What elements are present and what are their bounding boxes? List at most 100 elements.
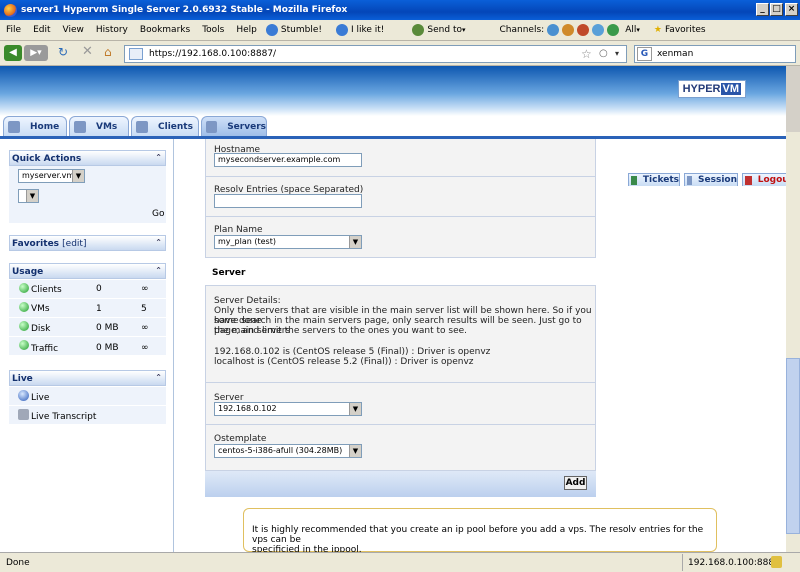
tab-logout[interactable]: Logout — [742, 173, 786, 186]
plan-select[interactable]: my_plan (test) ▼ — [214, 235, 362, 249]
hypervm-banner: HYPER VM — [0, 66, 786, 116]
stop-icon[interactable]: ✕ — [82, 44, 93, 59]
url-dropdown-icon[interactable]: ○ — [599, 46, 608, 62]
quick-actions-panel: Quick Actions ⌃ myserver.vm ▼ ▼ Go — [9, 150, 166, 223]
live-item[interactable]: Live — [9, 387, 166, 406]
ostemplate-row: Ostemplate centos-5-i386-afull (304.28MB… — [205, 425, 596, 471]
server-section-title: Server — [212, 268, 246, 278]
favorites-button[interactable]: ★ Favorites — [651, 25, 709, 35]
logout-icon — [745, 175, 752, 185]
usage-row-traffic: Traffic 0 MB ∞ — [9, 337, 166, 356]
channel-4-icon[interactable] — [592, 24, 605, 36]
channel-3-icon[interactable] — [577, 24, 590, 36]
live-panel-header: Live ⌃ — [9, 370, 166, 386]
resolv-input[interactable] — [214, 194, 362, 208]
bookmark-star-icon[interactable]: ☆ — [581, 46, 592, 62]
chevron-down-icon: ▼ — [349, 445, 361, 457]
menu-bookmarks[interactable]: Bookmarks — [134, 25, 196, 35]
status-dot-icon — [19, 302, 29, 312]
tabs-row: Home VMs Clients Servers Tickets Session… — [0, 116, 786, 186]
reload-icon[interactable]: ↻ — [58, 45, 68, 59]
menu-tools[interactable]: Tools — [196, 25, 230, 35]
collapse-icon[interactable]: ⌃ — [155, 266, 162, 275]
quick-action-select[interactable]: myserver.vm ▼ — [18, 169, 85, 183]
menu-view[interactable]: View — [57, 25, 90, 35]
tab-clients[interactable]: Clients — [131, 116, 199, 136]
site-icon — [129, 48, 143, 60]
status-host: 192.168.0.100:8887 — [688, 558, 780, 568]
status-bar: Done 192.168.0.100:8887 — [0, 552, 800, 572]
server-row: Server 192.168.0.102 ▼ — [205, 383, 596, 425]
menu-help[interactable]: Help — [230, 25, 263, 35]
go-link[interactable]: Go — [152, 209, 164, 219]
quick-actions-header[interactable]: Quick Actions ⌃ — [9, 150, 166, 166]
favorites-header[interactable]: Favorites [edit] ⌃ — [9, 235, 166, 251]
tickets-icon — [631, 175, 637, 185]
forward-icon[interactable]: ▶▾ — [24, 45, 48, 61]
tab-home[interactable]: Home — [3, 116, 67, 136]
add-button[interactable]: Add — [564, 476, 587, 490]
chevron-down-icon: ▼ — [349, 403, 361, 415]
live-header[interactable]: Live ⌃ — [9, 370, 166, 386]
chevron-down-icon: ▼ — [72, 170, 84, 182]
chevron-down-icon: ▼ — [26, 190, 38, 202]
menubar: File Edit View History Bookmarks Tools H… — [0, 20, 800, 41]
globe-icon — [18, 390, 29, 401]
home-tab-icon — [8, 120, 20, 133]
channels-label: Channels: — [499, 25, 545, 35]
hostname-row: Hostname mysecondserver.example.com — [205, 139, 596, 177]
collapse-icon[interactable]: ⌃ — [155, 238, 162, 247]
live-transcript-item[interactable]: Live Transcript — [9, 406, 166, 425]
tab-tickets[interactable]: Tickets — [628, 173, 680, 186]
channel-5-icon[interactable] — [607, 24, 620, 36]
users-icon — [18, 409, 29, 420]
url-history-icon[interactable]: ▾ — [615, 46, 619, 62]
star-icon: ★ — [653, 25, 662, 35]
quick-action-subselect[interactable]: ▼ — [18, 189, 39, 203]
stumble-button[interactable]: Stumble! — [263, 24, 325, 36]
tab-session[interactable]: Session — [684, 173, 738, 186]
status-divider — [682, 554, 683, 571]
close-button[interactable]: × — [785, 3, 798, 16]
vms-tab-icon — [74, 120, 86, 133]
chevron-down-icon: ▼ — [349, 236, 361, 248]
window-title: server1 Hypervm Single Server 2.0.6932 S… — [21, 5, 348, 15]
usage-row-disk: Disk 0 MB ∞ — [9, 318, 166, 337]
hostname-input[interactable]: mysecondserver.example.com — [214, 153, 362, 167]
back-icon[interactable]: ◀ — [4, 45, 22, 61]
resolv-row: Resolv Entries (space Separated) — [205, 177, 596, 217]
send-to-button[interactable]: Send to ▾ — [409, 24, 468, 36]
google-icon[interactable]: G — [637, 47, 652, 61]
home-icon[interactable]: ⌂ — [104, 45, 112, 59]
usage-header[interactable]: Usage ⌃ — [9, 263, 166, 279]
tab-vms[interactable]: VMs — [69, 116, 129, 136]
url-bar[interactable]: https://192.168.0.100:8887/ ☆ ○ ▾ — [124, 45, 627, 63]
lock-icon[interactable] — [771, 556, 782, 568]
server-details-box: Server Details: Only the servers that ar… — [205, 285, 596, 383]
maximize-button[interactable]: □ — [770, 3, 783, 16]
clients-tab-icon — [136, 120, 148, 133]
menu-history[interactable]: History — [90, 25, 134, 35]
search-input[interactable]: G xenman — [634, 45, 796, 63]
usage-row-clients: Clients 0 ∞ — [9, 280, 166, 299]
like-button[interactable]: I like it! — [333, 24, 387, 36]
stumble-icon — [265, 24, 278, 36]
status-dot-icon — [19, 283, 29, 293]
channel-1-icon[interactable] — [547, 24, 560, 36]
status-dot-icon — [19, 340, 29, 350]
usage-row-vms: VMs 1 5 — [9, 299, 166, 318]
collapse-icon[interactable]: ⌃ — [155, 153, 162, 162]
scrollbar-thumb[interactable] — [786, 358, 800, 534]
minimize-button[interactable]: _ — [756, 3, 769, 16]
info-note: It is highly recommended that you create… — [243, 508, 717, 555]
ostemplate-select[interactable]: centos-5-i386-afull (304.28MB) ▼ — [214, 444, 362, 458]
server-select[interactable]: 192.168.0.102 ▼ — [214, 402, 362, 416]
session-icon — [687, 175, 693, 185]
menu-edit[interactable]: Edit — [27, 25, 56, 35]
tab-servers[interactable]: Servers — [201, 116, 267, 136]
collapse-icon[interactable]: ⌃ — [155, 373, 162, 382]
channel-2-icon[interactable] — [562, 24, 575, 36]
menu-file[interactable]: File — [0, 25, 27, 35]
favorites-edit-link[interactable]: [edit] — [62, 239, 86, 249]
all-channels-button[interactable]: All ▾ — [622, 25, 643, 35]
